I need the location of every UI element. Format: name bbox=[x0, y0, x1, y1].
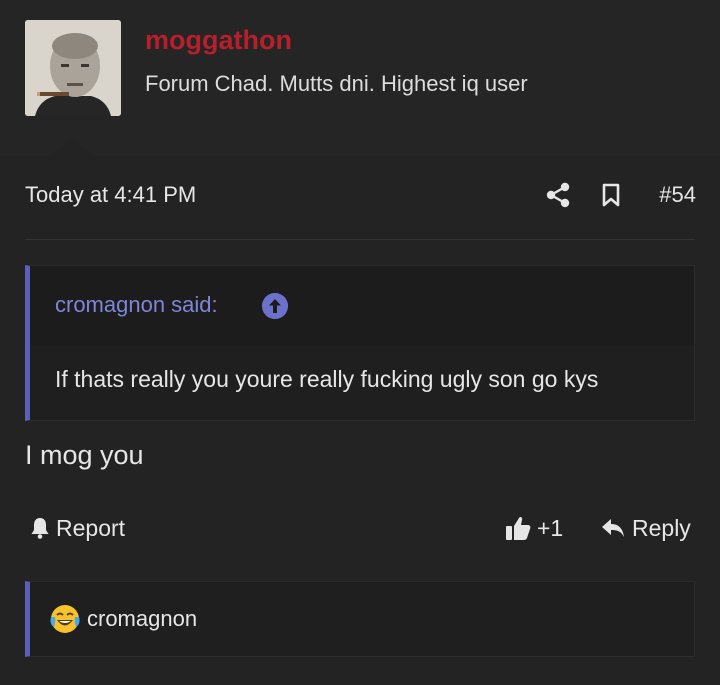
divider bbox=[25, 239, 695, 240]
bell-icon bbox=[31, 518, 49, 539]
arrow-up-circle-icon[interactable] bbox=[262, 293, 288, 319]
reply-arrow-icon bbox=[602, 519, 624, 537]
avatar[interactable] bbox=[25, 20, 121, 116]
like-button[interactable]: +1 bbox=[505, 512, 563, 544]
crying-laughing-emoji-icon bbox=[50, 605, 80, 633]
reply-button[interactable]: Reply bbox=[600, 512, 691, 544]
quote-block: cromagnon said: If thats really you your… bbox=[25, 265, 695, 421]
report-button[interactable]: Report bbox=[30, 512, 125, 544]
user-title: Forum Chad. Mutts dni. Highest iq user bbox=[145, 71, 528, 96]
bookmark-icon[interactable] bbox=[601, 183, 621, 207]
reactions-bar[interactable]: cromagnon bbox=[25, 581, 695, 657]
reply-label: Reply bbox=[632, 514, 691, 541]
thumbs-up-icon bbox=[506, 516, 531, 540]
post-author-name[interactable]: moggathon bbox=[145, 24, 292, 56]
reaction-user-link[interactable]: cromagnon bbox=[87, 606, 197, 632]
post-meta: Today at 4:41 PM #54 bbox=[0, 156, 720, 240]
quote-text: If thats really you youre really fucking… bbox=[55, 366, 599, 392]
header-pointer bbox=[48, 138, 96, 158]
quote-header: cromagnon said: bbox=[30, 266, 694, 345]
post-timestamp[interactable]: Today at 4:41 PM bbox=[25, 182, 196, 208]
report-label: Report bbox=[56, 514, 126, 541]
like-count: +1 bbox=[537, 514, 564, 541]
post-header: moggathon Forum Chad. Mutts dni. Highest… bbox=[0, 0, 720, 158]
quote-author-link[interactable]: cromagnon said: bbox=[55, 292, 218, 318]
share-icon[interactable] bbox=[546, 182, 570, 208]
post-message: I mog you bbox=[25, 440, 144, 470]
post-number-link[interactable]: #54 bbox=[659, 182, 696, 208]
